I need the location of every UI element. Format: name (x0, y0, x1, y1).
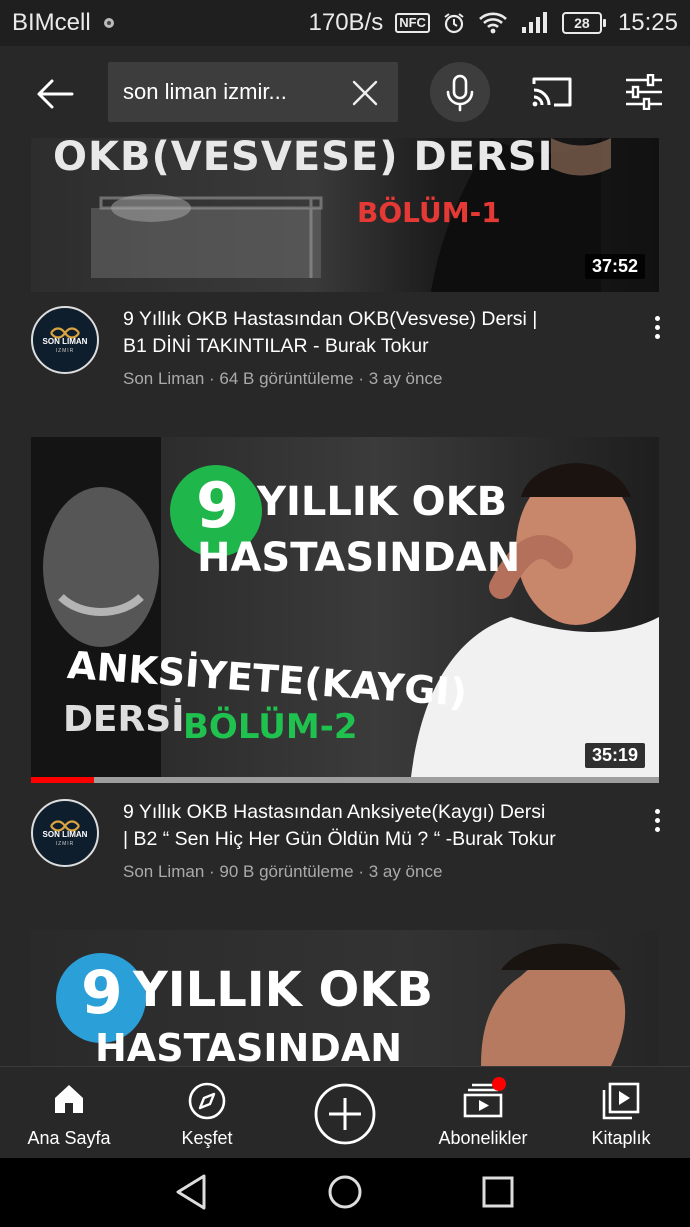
video-title-line: 9 Yıllık OKB Hastasından Anksiyete(Kaygı… (123, 801, 546, 823)
close-icon (352, 80, 378, 106)
video-subtitle: Son Liman · 64 B görüntüleme · 3 ay önce (123, 369, 443, 388)
voice-search-button[interactable] (430, 62, 490, 122)
video-thumbnail[interactable]: 9 YILLIK OKB HASTASINDAN (31, 930, 659, 1066)
system-navigation-bar (0, 1158, 690, 1227)
avatar-subtext: IZMIR (55, 348, 75, 354)
video-duration: 37:52 (584, 254, 645, 279)
thumbnail-episode-text: BÖLÜM-2 (183, 707, 358, 747)
thumbnail-title-text: OKB(VESVESE) DERSI (53, 138, 554, 180)
more-options-button[interactable] (650, 807, 664, 833)
cast-icon (532, 77, 572, 107)
add-icon (314, 1083, 376, 1145)
upload-age: 3 ay önce (368, 369, 443, 388)
video-subtitle: Son Liman · 90 B görüntüleme · 3 ay önce (123, 862, 443, 881)
more-options-button[interactable] (650, 314, 664, 340)
nav-home[interactable]: Ana Sayfa (10, 1067, 128, 1159)
recents-square-icon[interactable] (478, 1172, 518, 1212)
avatar-text: SON LIMAN (42, 337, 88, 346)
search-query[interactable]: son liman izmir... (123, 79, 328, 105)
channel-avatar[interactable]: SON LIMAN IZMIR (31, 306, 99, 374)
home-icon (55, 1085, 83, 1113)
thumbnail-title-text: YILLIK OKB (133, 962, 434, 1018)
channel-avatar[interactable]: SON LIMAN IZMIR (31, 799, 99, 867)
thumbnail-title-text: HASTASINDAN (197, 535, 521, 581)
search-results: OKB(VESVESE) DERSI BÖLÜM-1 37:52 SON LIM… (0, 138, 690, 1066)
video-title-line: B1 DİNİ TAKINTILAR - Burak Tokur (123, 335, 429, 357)
channel-name[interactable]: Son Liman (123, 369, 204, 388)
watch-progress-fill (31, 777, 94, 783)
microphone-icon (446, 74, 474, 112)
home-circle-icon[interactable] (325, 1172, 365, 1212)
watch-progress-track (31, 777, 659, 783)
nav-label: Kitaplık (591, 1128, 651, 1148)
video-thumbnail[interactable]: OKB(VESVESE) DERSI BÖLÜM-1 37:52 (31, 138, 659, 292)
clock: 15:25 (617, 9, 678, 36)
nav-subscriptions[interactable]: Abonelikler (420, 1067, 546, 1159)
view-count: 90 B görüntüleme (219, 862, 354, 881)
wifi-icon (479, 12, 507, 34)
thumbnail-title-text: HASTASINDAN (95, 1026, 403, 1066)
nav-label: Abonelikler (438, 1128, 528, 1148)
filter-button[interactable] (624, 73, 664, 111)
thumbnail-subject-text: DERSİ (63, 699, 185, 740)
video-thumbnail[interactable]: 9 YILLIK OKB HASTASINDAN ANKSİYETE(KAYGI… (31, 437, 659, 777)
library-icon (602, 1082, 640, 1120)
upload-age: 3 ay önce (368, 862, 443, 881)
compass-icon (188, 1082, 226, 1120)
battery-icon: 28 (561, 12, 606, 34)
notification-badge (492, 1077, 506, 1091)
carrier-name: BIMcell (12, 9, 91, 36)
network-speed: 170B/s (308, 9, 384, 36)
channel-name[interactable]: Son Liman (123, 862, 204, 881)
search-header: son liman izmir... (0, 46, 690, 138)
thumbnail-episode-text: BÖLÜM-1 (357, 196, 501, 229)
thumbnail-title-text: YILLIK OKB (257, 479, 508, 525)
video-title[interactable]: 9 Yıllık OKB Hastasından OKB(Vesvese) De… (123, 306, 618, 360)
nav-create[interactable] (300, 1067, 390, 1159)
video-title-line: 9 Yıllık OKB Hastasından OKB(Vesvese) De… (123, 308, 538, 330)
thumbnail-number: 9 (81, 958, 123, 1028)
notification-icon (103, 18, 114, 28)
nav-explore[interactable]: Keşfet (148, 1067, 266, 1159)
back-button[interactable] (32, 74, 78, 114)
view-count: 64 B görüntüleme (219, 369, 354, 388)
bottom-navigation: Ana Sayfa Keşfet Abonelikler Kitaplık (0, 1066, 690, 1159)
sliders-icon (626, 73, 662, 111)
video-title-line: | B2 “ Sen Hiç Her Gün Öldün Mü ? “ -Bur… (123, 828, 556, 850)
signal-icon (521, 12, 547, 33)
nav-label: Keşfet (181, 1128, 233, 1148)
cast-button[interactable] (530, 74, 574, 110)
battery-level: 28 (561, 12, 602, 34)
clear-search-button[interactable] (350, 78, 380, 108)
status-bar: BIMcell 170B/s NFC 28 15:25 (0, 0, 690, 46)
avatar-text: SON LIMAN (42, 830, 88, 839)
video-duration: 35:19 (584, 743, 645, 768)
arrow-left-icon (37, 79, 74, 109)
nav-library[interactable]: Kitaplık (562, 1067, 680, 1159)
video-title[interactable]: 9 Yıllık OKB Hastasından Anksiyete(Kaygı… (123, 799, 618, 853)
back-triangle-icon[interactable] (172, 1172, 212, 1212)
avatar-subtext: IZMIR (55, 841, 75, 847)
alarm-icon (444, 13, 464, 34)
thumbnail-number: 9 (196, 469, 240, 542)
nfc-icon: NFC (395, 13, 430, 33)
nav-label: Ana Sayfa (27, 1128, 111, 1148)
search-input[interactable]: son liman izmir... (108, 62, 398, 122)
